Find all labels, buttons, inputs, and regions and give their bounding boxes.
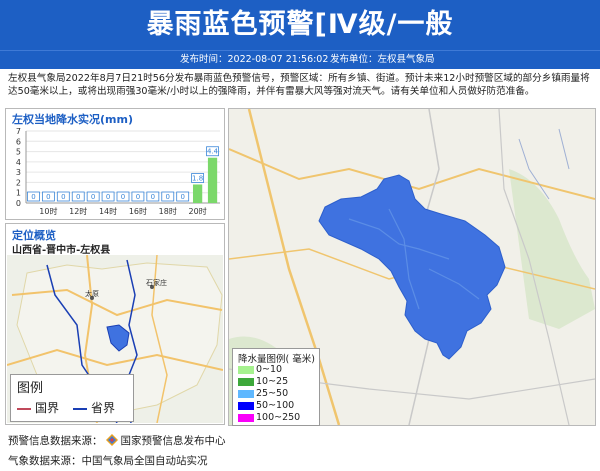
rain-value-label: 0: [31, 193, 35, 201]
rain-value-label: 0: [61, 193, 65, 201]
legend-swatch: [238, 365, 254, 374]
rain-value-label: 1.8: [192, 174, 203, 182]
publish-info-bar: 发布时间：2022-08-07 21:56:02 发布单位：左权县气象局: [0, 50, 600, 69]
warning-title: 暴雨蓝色预警[Ⅳ级/一般: [146, 9, 454, 40]
publish-unit: 发布单位：左权县气象局: [330, 54, 435, 65]
precipitation-legend-title: 降水量图例( 毫米): [238, 354, 315, 365]
y-tick-label: 2: [16, 178, 21, 187]
publish-time: 发布时间：2022-08-07 21:56:02: [180, 54, 329, 65]
rain-value-label: 0: [121, 193, 125, 201]
legend-province-border: 省界: [73, 399, 115, 416]
rain-value-label: 0: [46, 193, 50, 201]
legend-national-border: 国界: [17, 399, 59, 416]
warning-source-name: 国家预警信息发布中心: [120, 435, 226, 447]
location-region: 山西省-晋中市-左权县: [12, 245, 111, 256]
warning-center-logo-icon: [105, 434, 118, 446]
y-tick-label: 3: [16, 168, 21, 177]
legend-swatch: [238, 401, 254, 410]
x-tick-label: 14时: [99, 206, 117, 216]
rain-bar: [192, 184, 203, 203]
rain-value-label: 0: [151, 193, 155, 201]
y-tick-label: 0: [16, 199, 21, 208]
precipitation-legend: 降水量图例( 毫米) 0~10 10~25 25~50 50~100 100~2…: [232, 348, 320, 426]
rain-value-label: 0: [91, 193, 95, 201]
legend-swatch: [238, 377, 254, 386]
x-tick-label: 18时: [159, 206, 177, 216]
rain-value-label: 0: [166, 193, 170, 201]
legend-row-25-50: 25~50: [238, 388, 288, 399]
national-border-line-icon: [17, 407, 31, 410]
x-tick-label: 10时: [39, 206, 57, 216]
legend-row-0-10: 0~10: [238, 364, 282, 375]
rain-value-label: 0: [76, 193, 80, 201]
rain-value-label: 0: [136, 193, 140, 201]
y-tick-label: 5: [16, 148, 21, 157]
location-legend: 图例 国界 省界: [10, 374, 134, 422]
city-label-taiyuan: 太原: [85, 289, 99, 298]
legend-row-100-250: 100~250: [238, 412, 300, 423]
warning-description: 左权县气象局2022年8月7日21时56分发布暴雨蓝色预警信号，预警区域：所有乡…: [8, 73, 590, 97]
city-label-shijiazhuang: 石家庄: [146, 278, 167, 287]
location-panel: 定位概览 山西省-晋中市-左权县 太原 石家庄 图例 国界 省界: [5, 223, 225, 425]
rainfall-chart: 012345670 010时0 012时0 014时0 016时0 018时01.820时…: [16, 127, 220, 216]
rainfall-panel: 左权当地降水实况(mm) 0 1 2 3 4 5 6 7 0 0 10时 0 0 12时 0 0 14时 0 0 16…: [5, 108, 225, 220]
y-tick-label: 6: [16, 137, 21, 146]
warning-header: 暴雨蓝色预警[Ⅳ级/一般: [0, 0, 600, 50]
rain-value-label: 0: [180, 193, 184, 201]
rain-value-label: 4.4: [207, 148, 219, 156]
y-tick-label: 4: [16, 158, 21, 167]
warning-source-line: 预警信息数据来源： 国家预警信息发布中心: [8, 433, 226, 448]
legend-swatch: [238, 413, 254, 422]
x-tick-label: 12时: [69, 206, 87, 216]
x-tick-label: 20时: [189, 206, 207, 216]
rain-value-label: 0: [106, 193, 110, 201]
rain-bar: [207, 157, 218, 203]
weather-source-line: 气象数据来源：中国气象局全国自动站实况: [8, 455, 208, 467]
legend-swatch: [238, 389, 254, 398]
y-tick-label: 7: [16, 127, 21, 136]
legend-row-50-100: 50~100: [238, 400, 294, 411]
warning-source-label: 预警信息数据来源：: [8, 435, 103, 447]
y-tick-label: 1: [16, 189, 21, 198]
province-border-line-icon: [73, 407, 87, 410]
x-tick-label: 16时: [129, 206, 147, 216]
location-legend-title: 图例: [17, 381, 44, 396]
legend-row-10-25: 10~25: [238, 376, 288, 387]
